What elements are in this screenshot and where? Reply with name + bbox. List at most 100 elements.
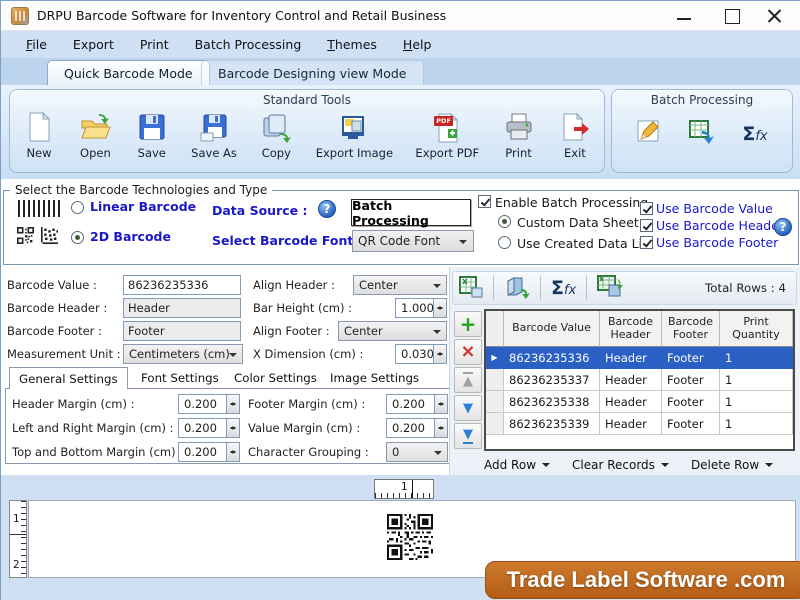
batch-processing-button[interactable]: Batch Processing [351,199,471,226]
use-barcode-header-checkbox[interactable] [640,219,653,232]
menu-help[interactable]: Help [392,33,443,56]
excel-sheet-icon[interactable] [459,276,483,301]
copy-records-icon[interactable] [504,275,530,302]
cell-print-quantity[interactable]: 1 [720,347,793,369]
header-margin-spinner[interactable]: 0.200 [178,394,240,414]
2d-barcode-radio[interactable] [71,231,84,244]
import-excel-icon[interactable] [597,275,623,302]
qr-code-preview[interactable] [387,513,433,564]
save-button[interactable]: Save [135,111,169,160]
table-row[interactable]: 86236235338 Header Footer 1 [486,391,793,413]
barcode-font-dropdown[interactable]: QR Code Font [352,230,474,252]
character-grouping-dropdown[interactable]: 0 [386,442,448,462]
use-barcode-value-checkbox[interactable] [640,202,653,215]
tb-margin-spinner[interactable]: 0.200 [178,442,240,462]
tab-font-settings[interactable]: Font Settings [132,367,228,389]
measurement-unit-dropdown[interactable]: Centimeters (cm) [123,344,243,364]
add-record-button[interactable]: + [454,311,482,337]
exit-button[interactable]: Exit [558,111,592,160]
copy-button[interactable]: Copy [259,111,293,160]
cell-barcode-value[interactable]: 86236235338 [504,391,600,413]
cell-print-quantity[interactable]: 1 [720,391,793,413]
cell-barcode-footer[interactable]: Footer [662,347,720,369]
menu-themes[interactable]: Themes [316,33,388,56]
close-icon[interactable] [757,5,791,27]
export-image-button[interactable]: Export Image [316,111,393,160]
bar-height-spinner[interactable]: 1.000 [395,298,447,318]
tb-margin-spin-arrows[interactable] [226,443,239,461]
menu-batch-processing[interactable]: Batch Processing [184,33,313,56]
use-barcode-footer-checkbox[interactable] [640,236,653,249]
table-row[interactable]: ▶ 86236235336 Header Footer 1 [486,347,793,369]
cell-print-quantity[interactable]: 1 [720,369,793,391]
col-print-quantity[interactable]: Print Quantity [720,311,793,347]
row-selector[interactable] [486,369,504,391]
table-row[interactable]: 86236235339 Header Footer 1 [486,413,793,435]
col-barcode-header[interactable]: Barcode Header [600,311,662,347]
open-button[interactable]: Open [78,111,112,160]
footer-margin-spinner[interactable]: 0.200 [386,394,448,414]
move-bottom-button[interactable]: ▼ [454,423,482,449]
row-selector[interactable] [486,413,504,435]
align-header-dropdown[interactable]: Center [353,275,447,295]
tab-color-settings[interactable]: Color Settings [225,367,326,389]
cell-barcode-value[interactable]: 86236235337 [504,369,600,391]
header-margin-spin-arrows[interactable] [226,395,239,413]
menu-file[interactable]: File [15,33,58,56]
new-button[interactable]: New [22,111,56,160]
custom-data-sheet-radio[interactable] [498,215,511,228]
use-created-data-list-radio[interactable] [498,236,511,249]
value-margin-spinner[interactable]: 0.200 [386,418,448,438]
cell-barcode-header[interactable]: Header [600,413,662,435]
enable-batch-checkbox[interactable] [478,195,491,208]
batch-options-help-icon[interactable]: ? [774,218,792,236]
menu-export[interactable]: Export [62,33,125,56]
import-datasheet-icon[interactable] [688,119,716,148]
delete-row-button[interactable]: Delete Row [691,458,773,472]
cell-barcode-header[interactable]: Header [600,391,662,413]
tab-quick-barcode-mode[interactable]: Quick Barcode Mode [47,60,210,85]
col-barcode-footer[interactable]: Barcode Footer [662,311,720,347]
linear-barcode-radio[interactable] [71,201,84,214]
sum-function-icon[interactable]: Σfx [742,123,767,145]
export-pdf-button[interactable]: PDF Export PDF [415,111,479,160]
delete-record-button[interactable]: × [454,339,482,365]
edit-data-pencil-icon[interactable] [636,119,662,148]
col-barcode-value[interactable]: Barcode Value [504,311,600,347]
lr-margin-spinner[interactable]: 0.200 [178,418,240,438]
cell-barcode-value[interactable]: 86236235339 [504,413,600,435]
tab-general-settings[interactable]: General Settings [9,367,128,389]
move-top-button[interactable]: ▲ [454,367,482,393]
cell-barcode-value[interactable]: 86236235336 [504,347,600,369]
data-source-help-icon[interactable]: ? [318,200,336,218]
footer-margin-spin-arrows[interactable] [434,395,447,413]
value-margin-spin-arrows[interactable] [434,419,447,437]
cell-print-quantity[interactable]: 1 [720,413,793,435]
x-dimension-spin-arrows[interactable] [433,345,446,363]
lr-margin-spin-arrows[interactable] [226,419,239,437]
cell-barcode-header[interactable]: Header [600,347,662,369]
barcode-header-input[interactable] [123,298,241,318]
move-down-button[interactable]: ▼ [454,395,482,421]
cell-barcode-footer[interactable]: Footer [662,369,720,391]
clear-records-button[interactable]: Clear Records [572,458,669,472]
cell-barcode-footer[interactable]: Footer [662,413,720,435]
maximize-icon[interactable] [715,5,749,27]
print-button[interactable]: Print [502,111,536,160]
cell-barcode-header[interactable]: Header [600,369,662,391]
menu-print[interactable]: Print [129,33,180,56]
row-selector[interactable] [486,391,504,413]
table-row[interactable]: 86236235337 Header Footer 1 [486,369,793,391]
save-as-button[interactable]: Save As [191,111,237,160]
bar-height-spin-arrows[interactable] [433,299,446,317]
barcode-footer-input[interactable] [123,321,241,341]
sum-function-icon[interactable]: Σfx [551,277,576,299]
barcode-value-input[interactable] [123,275,241,295]
minimize-icon[interactable] [667,5,701,27]
add-row-button[interactable]: Add Row [484,458,550,472]
x-dimension-spinner[interactable]: 0.030 [395,344,447,364]
tab-barcode-designing-view-mode[interactable]: Barcode Designing view Mode [201,60,424,85]
cell-barcode-footer[interactable]: Footer [662,391,720,413]
tab-image-settings[interactable]: Image Settings [321,367,428,389]
align-footer-dropdown[interactable]: Center [338,321,447,341]
